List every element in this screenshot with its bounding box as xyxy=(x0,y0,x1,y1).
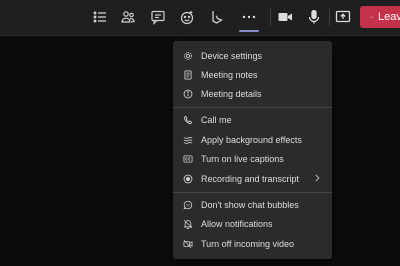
menu-item-label: Turn on live captions xyxy=(201,153,284,164)
menu-item-label: Meeting notes xyxy=(201,69,258,80)
video-off-icon xyxy=(183,239,193,249)
share-screen-icon xyxy=(335,10,351,23)
participants-list-icon xyxy=(93,11,106,23)
people-button[interactable] xyxy=(116,5,140,29)
menu-item-label: Allow notifications xyxy=(201,218,273,229)
more-actions-icon xyxy=(242,15,256,19)
menu-item-recording-transcript[interactable]: Recording and transcript xyxy=(173,169,332,188)
menu-item-label: Don't show chat bubbles xyxy=(201,199,299,210)
menu-item-label: Device settings xyxy=(201,50,263,61)
bing-icon xyxy=(212,11,223,24)
microphone-icon xyxy=(308,9,320,24)
camera-icon xyxy=(278,13,292,21)
menu-item-background-effects[interactable]: Apply background effects xyxy=(173,130,332,149)
hang-up-icon xyxy=(370,16,373,18)
menu-item-device-settings[interactable]: Device settings xyxy=(173,46,332,65)
record-icon xyxy=(183,174,193,184)
menu-divider xyxy=(173,192,332,193)
notification-icon xyxy=(183,219,193,229)
toolbar-divider xyxy=(329,8,330,26)
menu-item-meeting-notes[interactable]: Meeting notes xyxy=(173,65,332,84)
bing-button[interactable] xyxy=(205,5,229,29)
menu-item-chat-bubbles[interactable]: Don't show chat bubbles xyxy=(173,195,332,214)
menu-item-call-me[interactable]: Call me xyxy=(173,110,332,129)
background-effects-icon xyxy=(183,135,193,145)
menu-item-label: Turn off incoming video xyxy=(201,238,295,249)
menu-item-label: Apply background effects xyxy=(201,134,302,145)
chat-bubble-off-icon xyxy=(183,200,193,210)
menu-item-live-captions[interactable]: Turn on live captions xyxy=(173,149,332,168)
menu-item-label: Recording and transcript xyxy=(201,173,300,184)
chat-button[interactable] xyxy=(146,5,170,29)
more-actions-button[interactable] xyxy=(237,5,261,29)
reactions-button[interactable] xyxy=(175,5,199,29)
active-indicator xyxy=(239,30,259,32)
camera-button[interactable] xyxy=(273,5,297,29)
notes-icon xyxy=(183,70,193,80)
menu-item-meeting-details[interactable]: Meeting details xyxy=(173,84,332,103)
share-screen-button[interactable] xyxy=(331,5,355,29)
chevron-right-icon xyxy=(315,174,320,182)
chat-icon xyxy=(151,10,165,25)
participants-list-button[interactable] xyxy=(88,5,112,29)
gear-icon xyxy=(183,51,193,61)
phone-icon xyxy=(183,115,193,125)
menu-item-incoming-video[interactable]: Turn off incoming video xyxy=(173,234,332,253)
menu-divider xyxy=(173,107,332,108)
menu-item-allow-notifications[interactable]: Allow notifications xyxy=(173,214,332,233)
leave-button[interactable]: Leave xyxy=(360,6,400,28)
more-actions-menu: Device settings Meeting notes Meeting de… xyxy=(173,41,332,259)
toolbar-divider xyxy=(270,8,271,26)
microphone-button[interactable] xyxy=(302,5,326,29)
menu-item-label: Meeting details xyxy=(201,88,262,99)
captions-icon xyxy=(183,154,193,164)
menu-item-label: Call me xyxy=(201,114,232,125)
leave-label: Leave xyxy=(378,11,400,23)
meeting-toolbar: Leave xyxy=(0,0,400,36)
people-icon xyxy=(121,11,135,23)
reactions-icon xyxy=(180,10,194,25)
info-icon xyxy=(183,89,193,99)
